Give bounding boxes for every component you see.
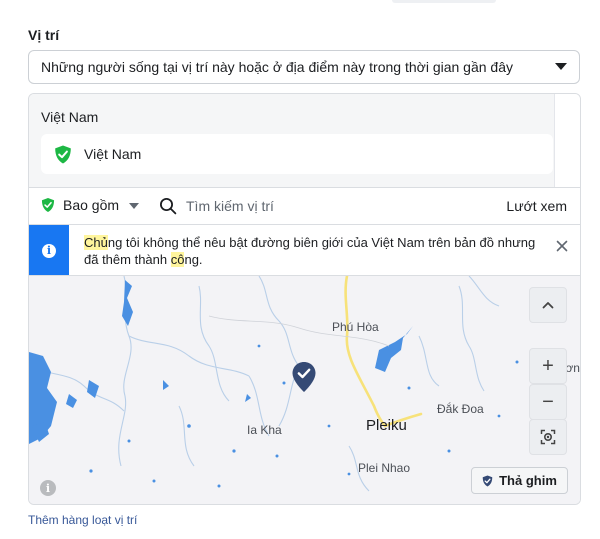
location-search-input[interactable] (186, 195, 486, 217)
scrollbar[interactable] (554, 94, 580, 187)
map-place-label: Đắk Đoa (437, 402, 484, 416)
drop-pin-label: Thả ghim (499, 473, 557, 488)
include-exclude-dropdown[interactable]: Bao gồm (41, 197, 140, 213)
close-icon[interactable] (554, 238, 570, 254)
selected-location-chip-label: Việt Nam (84, 146, 142, 162)
border-notice-banner: i Chủng tôi không thể nêu bật đường biên… (29, 224, 580, 276)
search-icon (160, 198, 177, 215)
map-place-label: Plei Nhao (358, 461, 411, 475)
map-collapse-button[interactable] (529, 287, 567, 323)
shield-check-icon (41, 198, 55, 212)
shield-check-icon (55, 145, 71, 163)
zoom-in-button[interactable]: + (529, 348, 567, 384)
info-icon: i (42, 243, 56, 258)
top-scroll-edge (392, 0, 496, 3)
zoom-out-button[interactable]: − (529, 384, 567, 420)
selected-location-chip[interactable]: Việt Nam (41, 134, 553, 174)
target-icon (540, 429, 556, 445)
drop-pin-button[interactable]: Thả ghim (471, 467, 568, 494)
notice-highlight: cô (170, 252, 185, 267)
locate-me-button[interactable] (529, 419, 567, 455)
location-map[interactable]: Phú Hòa Kon Dơn Đắk Đoa Ia Kha Pleiku Pl… (29, 275, 580, 504)
location-section-label: Vị trí (28, 27, 60, 43)
location-search-toolbar: Bao gồm Lướt xem (29, 187, 580, 224)
selected-locations-area: Việt Nam Việt Nam (29, 94, 554, 187)
caret-down-icon (129, 203, 140, 209)
notice-accent: i (29, 225, 69, 276)
include-label: Bao gồm (63, 197, 120, 213)
notice-text: ng tôi không thể nêu bật đường biên giới… (84, 235, 536, 267)
caret-down-icon (555, 63, 567, 70)
shield-check-icon (482, 475, 493, 486)
map-city-label: Pleiku (366, 417, 407, 434)
notice-highlight: Chủ (84, 235, 108, 250)
audience-location-select[interactable]: Những người sống tại vị trí này hoặc ở đ… (28, 50, 580, 84)
chevron-up-icon (542, 302, 554, 309)
notice-message: Chủng tôi không thể nêu bật đường biên g… (84, 234, 539, 268)
browse-button[interactable]: Lướt xem (506, 198, 567, 214)
map-place-label: Phú Hòa (332, 320, 379, 334)
audience-location-select-value: Những người sống tại vị trí này hoặc ở đ… (41, 59, 513, 75)
bulk-add-locations-link[interactable]: Thêm hàng loạt vị trí (28, 513, 137, 527)
map-marker-icon (292, 362, 316, 392)
country-group-title: Việt Nam (41, 109, 99, 125)
location-panel: Việt Nam Việt Nam Bao gồm Lướt xem i (28, 93, 581, 505)
map-place-label: Ia Kha (247, 423, 282, 437)
map-info-icon[interactable]: i (40, 480, 56, 496)
notice-text: ng. (184, 252, 203, 267)
